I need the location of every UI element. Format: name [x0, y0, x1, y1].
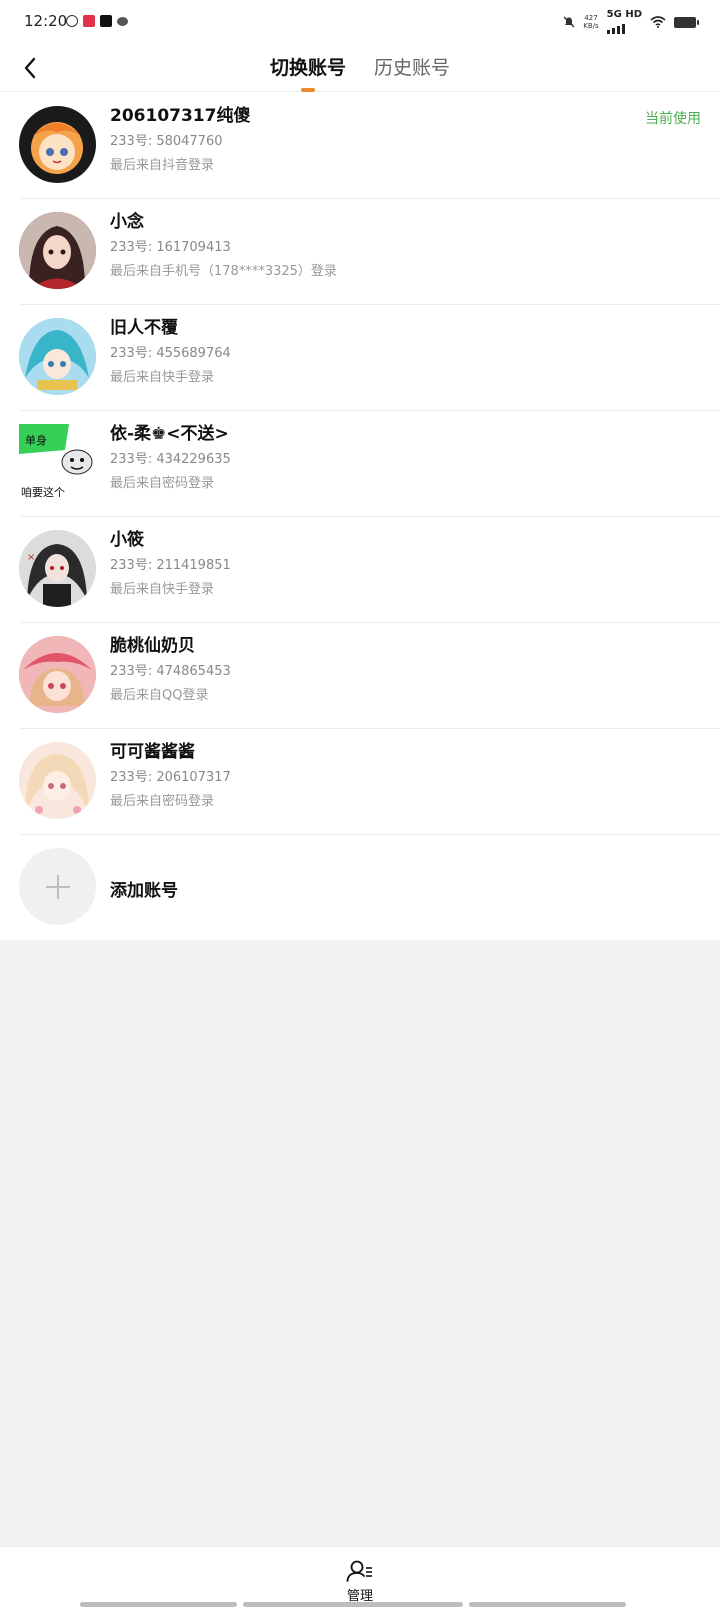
account-id: 233号: 206107317 [110, 770, 231, 785]
account-row[interactable]: 206107317纯傻 233号: 58047760 最后来自抖音登录 当前使用 [0, 92, 720, 198]
account-row[interactable]: 脆桃仙奶贝 233号: 474865453 最后来自QQ登录 [0, 622, 720, 728]
avatar [19, 742, 96, 819]
system-nav-handles [80, 1602, 640, 1607]
avatar-image [19, 742, 96, 819]
signal-icon [606, 20, 625, 34]
account-list: 206107317纯傻 233号: 58047760 最后来自抖音登录 当前使用… [0, 92, 720, 940]
account-info: 小念 233号: 161709413 最后来自手机号（178****3325）登… [110, 212, 337, 280]
avatar-text: 咱要这个 [21, 485, 65, 499]
avatar-image [19, 318, 96, 395]
status-time: 12:20 [24, 12, 68, 30]
account-row[interactable]: 单身 咱要这个 依-柔♚<不送> 233号: 434229635 最后来自密码登… [0, 410, 720, 516]
avatar-image [31, 122, 83, 174]
account-info: 206107317纯傻 233号: 58047760 最后来自抖音登录 [110, 106, 250, 174]
mute-bell-icon [563, 16, 575, 28]
bottom-bar: 管理 [0, 1546, 720, 1612]
login-source: 最后来自快手登录 [110, 370, 215, 385]
avatar [19, 106, 96, 183]
avatar-image [19, 636, 96, 713]
tab-history-account[interactable]: 历史账号 [374, 44, 450, 92]
tab-label: 切换账号 [269, 57, 346, 79]
tab-label: 历史账号 [374, 57, 451, 79]
account-name: 可可酱酱酱 [110, 742, 195, 762]
avatar [19, 318, 96, 395]
account-id: 233号: 58047760 [110, 134, 223, 149]
account-name: 依-柔♚<不送> [110, 424, 229, 444]
wechat-icon [117, 17, 128, 26]
account-info: 依-柔♚<不送> 233号: 434229635 最后来自密码登录 [110, 424, 231, 492]
avatar-text: 单身 [25, 433, 47, 447]
login-source: 最后来自QQ登录 [110, 688, 209, 703]
login-source: 最后来自密码登录 [110, 476, 215, 491]
avatar-image [19, 212, 96, 289]
avatar: 单身 咱要这个 [19, 424, 96, 501]
account-id: 233号: 474865453 [110, 664, 231, 679]
notification-icons [66, 15, 128, 27]
avatar-image: × [19, 530, 96, 607]
speed-value: 427 [584, 14, 598, 22]
nav-handle [243, 1602, 463, 1607]
account-id: 233号: 161709413 [110, 240, 231, 255]
account-name: 脆桃仙奶贝 [110, 636, 195, 656]
avatar-image: 单身 咱要这个 [19, 424, 96, 501]
tab-bar: 切换账号 历史账号 [0, 44, 720, 92]
status-bar: 12:20 427 KB/s 5G HD [0, 0, 720, 44]
battery-icon [674, 16, 699, 28]
wifi-icon [650, 16, 666, 28]
header: 切换账号 历史账号 [0, 44, 720, 92]
user-manage-icon [346, 1560, 372, 1582]
avatar: × [19, 530, 96, 607]
top-area: 12:20 427 KB/s 5G HD 切换账号 历史账号 [0, 0, 720, 92]
nav-handle [80, 1602, 237, 1607]
nav-handle [469, 1602, 626, 1607]
add-account-button[interactable]: 添加账号 [0, 834, 720, 940]
account-info: 脆桃仙奶贝 233号: 474865453 最后来自QQ登录 [110, 636, 231, 704]
account-row[interactable]: 旧人不覆 233号: 455689764 最后来自快手登录 [0, 304, 720, 410]
account-row[interactable]: 小念 233号: 161709413 最后来自手机号（178****3325）登… [0, 198, 720, 304]
login-source: 最后来自手机号（178****3325）登录 [110, 264, 337, 279]
account-row[interactable]: × 小筱 233号: 211419851 最后来自快手登录 [0, 516, 720, 622]
account-info: 旧人不覆 233号: 455689764 最后来自快手登录 [110, 318, 231, 386]
svg-text:×: × [27, 552, 35, 563]
account-info: 可可酱酱酱 233号: 206107317 最后来自密码登录 [110, 742, 231, 810]
status-right: 427 KB/s 5G HD [563, 9, 699, 34]
tab-switch-account[interactable]: 切换账号 [270, 44, 346, 92]
login-source: 最后来自快手登录 [110, 582, 215, 597]
avatar [19, 212, 96, 289]
account-row[interactable]: 可可酱酱酱 233号: 206107317 最后来自密码登录 [0, 728, 720, 834]
account-id: 233号: 455689764 [110, 346, 231, 361]
avatar [19, 636, 96, 713]
add-account-label: 添加账号 [110, 881, 178, 901]
plus-icon [45, 874, 70, 899]
network-type: 5G HD [606, 9, 642, 20]
app-notification-icon [66, 15, 78, 27]
speed-unit: KB/s [583, 22, 599, 30]
account-id: 233号: 211419851 [110, 558, 231, 573]
add-account-circle [19, 848, 96, 925]
network-speed: 427 KB/s [583, 14, 598, 30]
account-name: 206107317纯傻 [110, 106, 251, 126]
account-name: 旧人不覆 [110, 318, 178, 338]
account-info: 小筱 233号: 211419851 最后来自快手登录 [110, 530, 231, 598]
app-notification-icon [83, 15, 95, 27]
account-id: 233号: 434229635 [110, 452, 231, 467]
app-notification-icon [100, 15, 112, 27]
account-name: 小念 [110, 212, 144, 232]
account-name: 小筱 [110, 530, 144, 550]
login-source: 最后来自抖音登录 [110, 158, 215, 173]
cellular: 5G HD [606, 9, 642, 34]
manage-button[interactable]: 管理 [346, 1559, 374, 1604]
login-source: 最后来自密码登录 [110, 794, 215, 809]
current-use-badge: 当前使用 [645, 111, 701, 127]
